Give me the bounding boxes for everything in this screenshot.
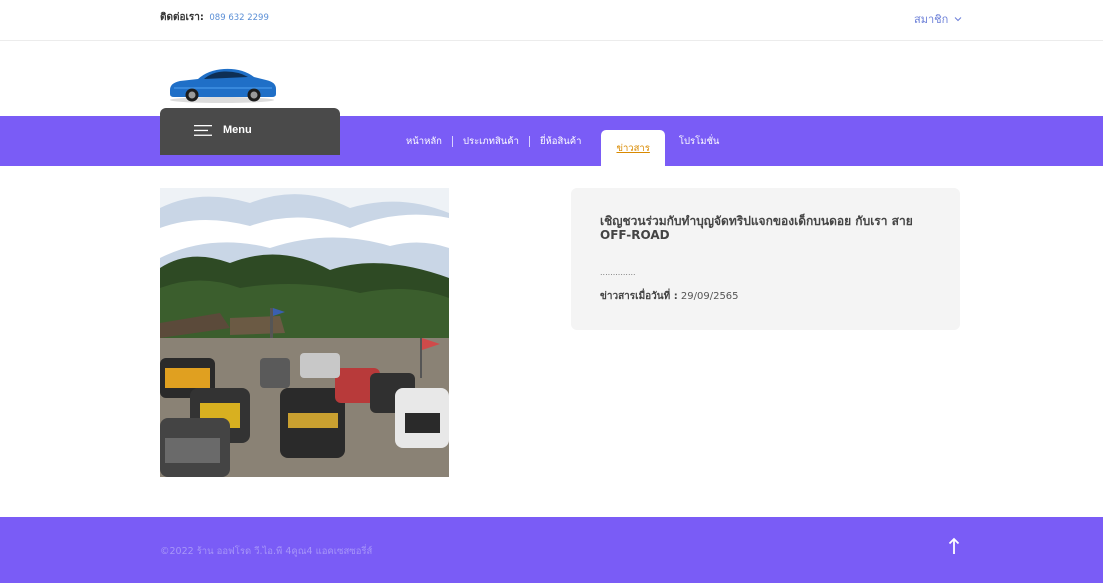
news-date: ข่าวสารเมื่อวันที่ : 29/09/2565 [600, 289, 739, 304]
member-label: สมาชิก [914, 13, 949, 26]
footer: ©2022 ร้าน ออฟโรด วี.ไอ.พี 4คูณ4 แอคเซสซ… [0, 517, 1103, 583]
arrow-up-icon[interactable] [948, 537, 960, 555]
hamburger-icon [194, 125, 212, 136]
nav-item-product-types[interactable]: ประเภทสินค้า [453, 134, 529, 149]
menu-button[interactable]: Menu [160, 108, 340, 155]
member-dropdown[interactable]: สมาชิก [914, 10, 962, 28]
news-title[interactable]: เชิญชวนร่วมกับทำบุญจัดทริปแจกของเด็กบนดอ… [600, 214, 945, 242]
news-card[interactable]: เชิญชวนร่วมกับทำบุญจัดทริปแจกของเด็กบนดอ… [571, 188, 960, 330]
contact-phone[interactable]: 089 632 2299 [209, 13, 268, 23]
news-date-value: 29/09/2565 [680, 291, 739, 302]
nav-item-brands[interactable]: ยี่ห้อสินค้า [530, 134, 592, 149]
contact-info: ติดต่อเรา: 089 632 2299 [160, 10, 269, 25]
chevron-down-icon [954, 17, 962, 22]
news-image[interactable] [160, 188, 449, 477]
news-excerpt: .............. [600, 268, 636, 277]
copyright-text: ©2022 ร้าน ออฟโรด วี.ไอ.พี 4คูณ4 แอคเซสซ… [160, 546, 373, 557]
menu-label: Menu [223, 124, 252, 136]
contact-label: ติดต่อเรา: [160, 12, 204, 23]
nav-item-promotions[interactable]: โปรโมชั่น [669, 134, 730, 149]
nav-links: หน้าหลัก ประเภทสินค้า ยี่ห้อสินค้า ข่าวส… [396, 116, 729, 166]
nav-item-home[interactable]: หน้าหลัก [396, 134, 452, 149]
car-logo[interactable] [166, 62, 278, 104]
news-date-label: ข่าวสารเมื่อวันที่ : [600, 291, 678, 302]
nav-item-news[interactable]: ข่าวสาร [601, 130, 665, 166]
top-bar: ติดต่อเรา: 089 632 2299 สมาชิก [0, 0, 1103, 41]
